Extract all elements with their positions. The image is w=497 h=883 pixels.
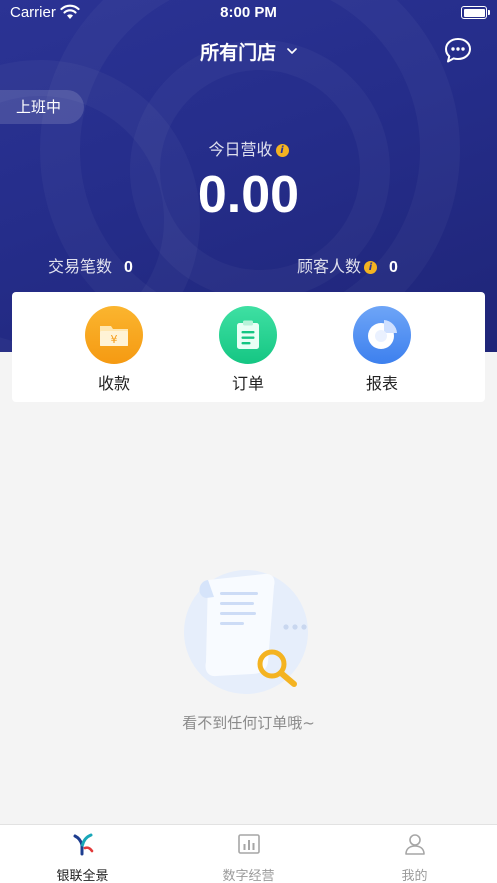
reports-button[interactable]: 报表 <box>337 306 427 394</box>
wallet-icon: ¥ <box>85 306 143 364</box>
pie-chart-icon <box>353 306 411 364</box>
reports-label: 报表 <box>365 374 398 393</box>
battery-icon <box>461 6 490 19</box>
bottom-tab-bar: 银联全景 数字经营 我的 <box>0 824 497 883</box>
transactions-label: 交易笔数 <box>48 257 113 276</box>
transactions-stat: 交易笔数 0 <box>48 253 133 277</box>
orders-label: 订单 <box>231 374 264 393</box>
store-selector[interactable]: 所有门店 <box>0 38 497 65</box>
bar-chart-icon <box>166 831 331 857</box>
empty-orders-illustration <box>184 570 308 694</box>
yuan-symbol: ¥ <box>111 333 118 346</box>
revenue-label-row: 今日营收 i <box>0 136 497 160</box>
tab-digital-operations-label: 数字经营 <box>222 869 275 883</box>
clock: 8:00 PM <box>220 4 277 21</box>
chat-icon[interactable] <box>443 36 473 64</box>
tab-digital-operations[interactable]: 数字经营 <box>166 831 331 883</box>
unionpay-logo-icon <box>0 831 165 857</box>
collect-payment-label: 收款 <box>97 374 130 393</box>
clipboard-icon <box>219 306 277 364</box>
user-icon <box>332 831 497 857</box>
revenue-value: 0.00 <box>197 166 300 224</box>
quick-actions-card: ¥ 收款 订单 报表 <box>12 292 485 402</box>
collect-payment-button[interactable]: ¥ 收款 <box>69 306 159 394</box>
info-icon[interactable]: i <box>275 144 289 157</box>
tab-unionpay-overview[interactable]: 银联全景 <box>0 831 165 883</box>
transactions-value: 0 <box>124 259 133 276</box>
empty-orders-message: 看不到任何订单哦~ <box>182 714 315 732</box>
info-icon[interactable]: i <box>364 261 378 274</box>
on-duty-badge[interactable]: 上班中 <box>0 90 84 124</box>
status-bar: Carrier 8:00 PM <box>0 0 497 28</box>
tab-profile-label: 我的 <box>401 869 428 883</box>
customers-stat: 顾客人数 i 0 <box>297 253 398 277</box>
customers-label: 顾客人数 <box>297 257 362 276</box>
orders-button[interactable]: 订单 <box>203 306 293 394</box>
revenue-label: 今日营收 <box>208 140 273 159</box>
chevron-down-icon <box>287 48 297 54</box>
store-selector-label: 所有门店 <box>200 42 277 64</box>
customers-value: 0 <box>389 259 398 276</box>
tab-profile[interactable]: 我的 <box>332 831 497 883</box>
tab-unionpay-overview-label: 银联全景 <box>56 869 109 883</box>
